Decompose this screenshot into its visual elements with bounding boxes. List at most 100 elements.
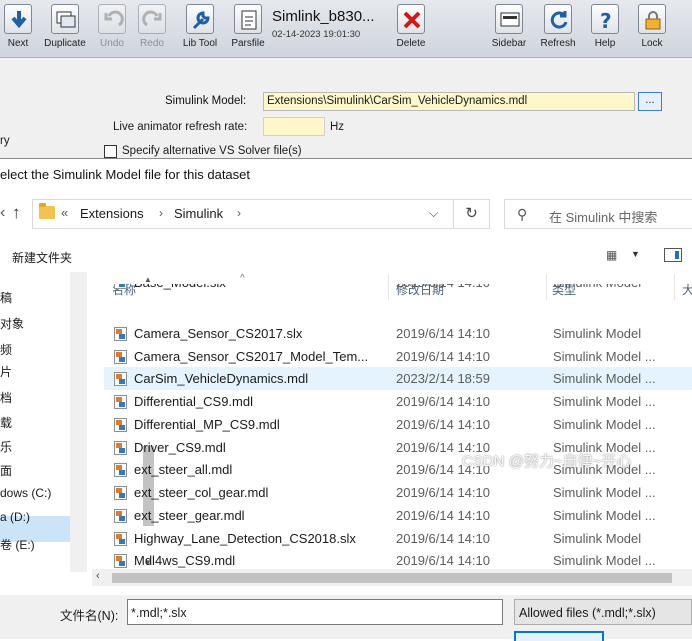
redo-button[interactable]: Redo (137, 4, 167, 56)
simulink-file-icon (114, 531, 127, 546)
simulink-file-icon (114, 372, 127, 387)
nav-item[interactable]: 对象 (0, 315, 24, 332)
lib-tool-button[interactable]: Lib Tool (178, 4, 222, 56)
alt-solver-checkbox[interactable] (104, 145, 117, 158)
nav-item[interactable]: a (D:) (0, 510, 30, 524)
file-type: Simulink Model ... (553, 348, 656, 364)
refresh-icon: ↻ (465, 205, 478, 222)
up-arrow-icon[interactable]: ↑ (12, 203, 21, 223)
file-row[interactable]: Differential_MP_CS9.mdl 2019/6/14 14:10 Si… (104, 413, 692, 436)
nav-item[interactable]: 档 (0, 389, 12, 406)
file-type: Simulink Model ... (553, 553, 656, 569)
lock-icon (638, 4, 666, 34)
horizontal-scrollbar[interactable]: ‹ (92, 569, 692, 586)
new-folder-button[interactable]: 新建文件夹 (12, 249, 72, 266)
delete-x-icon (397, 4, 425, 34)
breadcrumb-overflow[interactable]: « (61, 205, 68, 220)
file-type: Simulink Model ... (553, 507, 656, 523)
nav-item[interactable]: 稿 (0, 289, 12, 306)
duplicate-icon (51, 4, 79, 34)
file-row[interactable]: Highway_Lane_Detection_CS2018.slx 2019/6/… (104, 527, 692, 550)
scroll-left-icon[interactable]: ‹ (96, 570, 100, 582)
chevron-down-icon[interactable]: ▼ (631, 249, 640, 259)
refresh-button[interactable]: ↻ (454, 199, 490, 229)
redo-icon (138, 4, 166, 34)
nav-scrollbar[interactable]: ▲ ▼ (70, 272, 154, 572)
file-row[interactable]: ext_steer_col_gear.mdl 2019/6/14 14:10 Sim… (104, 481, 692, 504)
horizontal-scroll-thumb[interactable] (112, 573, 672, 583)
file-type: Simulink Model (553, 325, 642, 341)
file-date: 2019/6/14 14:10 (396, 530, 490, 546)
file-row[interactable]: Base_Model.slx 2019/6/14 14:10 Simulink Mo… (104, 284, 692, 298)
nav-item[interactable]: 载 (0, 414, 12, 431)
refresh-icon (544, 4, 572, 34)
filename-field[interactable]: *.mdl;*.slx (127, 599, 503, 625)
toolbar-button-label: Help (594, 38, 616, 49)
file-name: ext_steer_col_gear.mdl (134, 485, 269, 500)
preview-pane-icon[interactable] (664, 248, 682, 262)
toolbar-button-label: Lib Tool (182, 38, 218, 49)
nav-item[interactable]: 乐 (0, 438, 12, 455)
file-date: 2019/6/14 14:10 (396, 284, 490, 290)
file-type-filter[interactable]: Allowed files (*.mdl;*.slx) (514, 599, 692, 625)
open-button[interactable] (514, 631, 604, 641)
sidebar-button[interactable]: Sidebar (487, 4, 531, 56)
help-icon: ? (591, 4, 619, 34)
dialog-title: elect the Simulink Model file for this d… (0, 167, 251, 182)
dataset-title: Simlink_b830... (272, 8, 375, 25)
document-icon (234, 4, 262, 34)
duplicate-button[interactable]: Duplicate (42, 4, 88, 56)
animator-rate-field[interactable] (263, 117, 325, 136)
address-row: ‹ ↑ « Extensions › Simulink › ⌵ ↻ ⚲ 在 Si… (0, 197, 692, 231)
file-date: 2019/6/14 14:10 (396, 325, 490, 341)
next-button[interactable]: Next (0, 4, 36, 56)
file-list: ^ 名称 修改日期 类型 大 Base_Model.slx2019/6/14 1… (92, 272, 692, 572)
undo-button[interactable]: Undo (97, 4, 127, 56)
breadcrumb-item-extensions[interactable]: Extensions (80, 206, 144, 221)
file-date: 2023/2/14 18:59 (396, 371, 490, 387)
file-name: Camera_Sensor_CS2017_Model_Tem... (134, 348, 369, 364)
toolbar-button-label: Lock (641, 38, 663, 49)
refresh-button[interactable]: Refresh (538, 4, 578, 56)
file-name: Differential_MP_CS9.mdl (134, 416, 280, 432)
chevron-down-icon[interactable]: ⌵ (429, 206, 438, 221)
delete-button[interactable]: Delete (394, 4, 428, 56)
command-bar: 新建文件夹 ▦ ▼ (0, 245, 692, 269)
file-row[interactable]: CarSim_VehicleDynamics.mdl 2023/2/14 18:5… (104, 367, 692, 391)
nav-item[interactable]: dows (C:) (0, 486, 51, 500)
file-date: 2019/6/14 14:10 (396, 394, 490, 409)
parsfile-button[interactable]: Parsfile (229, 4, 267, 56)
undo-icon (98, 4, 126, 34)
address-bar[interactable]: « Extensions › Simulink › ⌵ (32, 199, 454, 229)
browse-button[interactable]: ... (638, 92, 662, 111)
lock-button[interactable]: Lock (636, 4, 668, 56)
nav-item[interactable]: 面 (0, 462, 12, 479)
nav-item[interactable]: 频 (0, 341, 12, 358)
back-arrow-icon[interactable]: ‹ (0, 204, 5, 222)
toolbar-button-label: Undo (100, 38, 124, 49)
breadcrumb-chevron-icon[interactable]: › (159, 206, 163, 220)
breadcrumb-chevron-icon[interactable]: › (237, 206, 241, 220)
simulink-file-icon (114, 440, 127, 455)
sort-ascending-icon: ^ (240, 273, 245, 284)
simulink-model-row: Simulink Model: Extensions\Simulink\CarS… (0, 92, 692, 112)
search-input[interactable]: ⚲ 在 Simulink 中搜索 (504, 199, 692, 229)
file-date: 2019/6/14 14:10 (396, 416, 490, 432)
file-row[interactable]: Camera_Sensor_CS2017.slx 2019/6/14 14:10 S… (104, 322, 692, 345)
file-type: Simulink Model ... (553, 416, 656, 432)
nav-item[interactable]: 卷 (E:) (0, 536, 35, 553)
animator-rate-unit: Hz (330, 121, 345, 133)
filename-label: 文件名(N): (60, 609, 119, 623)
file-row[interactable]: Differential_CS9.mdl 2019/6/14 14:10 Simul… (104, 390, 692, 413)
simulink-model-field[interactable]: Extensions\Simulink\CarSim_VehicleDynami… (263, 92, 635, 111)
simulink-file-icon (114, 508, 127, 523)
view-options-icon[interactable]: ▦ (606, 248, 617, 262)
help-button[interactable]: ? Help (589, 4, 621, 56)
breadcrumb-item-simulink[interactable]: Simulink (174, 206, 223, 221)
file-type: Simulink Model ... (553, 394, 656, 409)
nav-item[interactable]: 片 (0, 363, 12, 380)
filename-row: 文件名(N): *.mdl;*.slx Allowed files (*.mdl… (0, 595, 692, 641)
file-row[interactable]: ext_steer_gear.mdl 2019/6/14 14:10 Simulin… (104, 504, 692, 527)
file-row[interactable]: Camera_Sensor_CS2017_Model_Tem... 2019/6/… (104, 345, 692, 368)
side-label-fragment: ry (0, 135, 10, 147)
